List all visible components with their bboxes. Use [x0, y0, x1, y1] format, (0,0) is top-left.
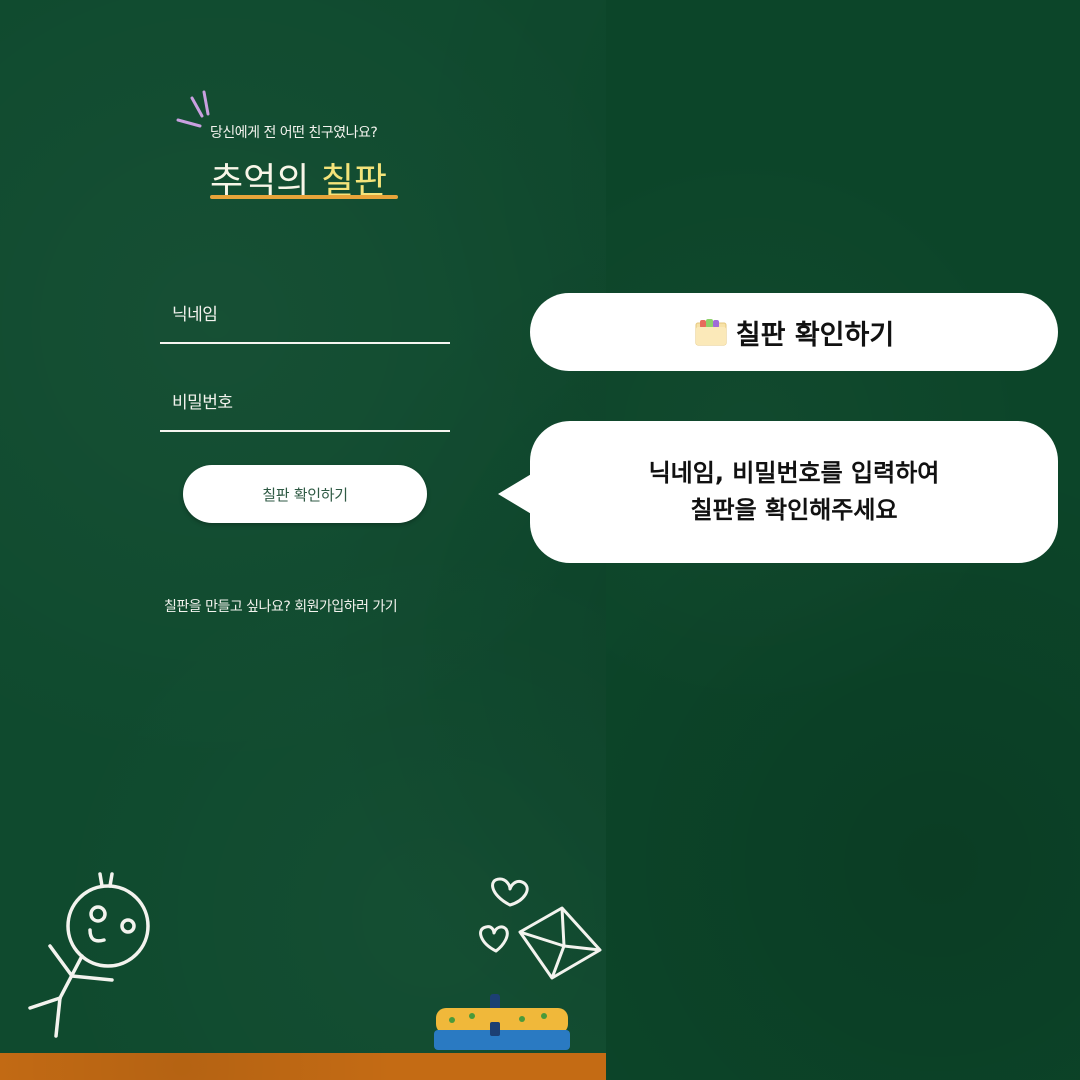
- instruction-line-2: 칠판을 확인해주세요: [690, 496, 898, 524]
- password-field-underline: [160, 430, 450, 432]
- callout-heading-label: 칠판 확인하기: [735, 319, 895, 351]
- title-underline: [210, 195, 398, 199]
- subtitle: 당신에게 전 어떤 친구였나요?: [210, 125, 378, 141]
- folder-icon: [695, 319, 727, 346]
- pencil-case-icon: [434, 994, 570, 1050]
- view-board-button[interactable]: 칠판 확인하기: [183, 465, 427, 523]
- callout-instruction: 닉네임, 비밀번호를 입력하여 칠판을 확인해주세요: [530, 421, 1058, 563]
- nickname-field[interactable]: 닉네임: [172, 300, 218, 325]
- password-field[interactable]: 비밀번호: [172, 388, 233, 413]
- callout-heading: 칠판 확인하기: [530, 293, 1058, 371]
- envelope-icon: [518, 906, 602, 980]
- floor-strip: [0, 1053, 606, 1080]
- nickname-field-underline: [160, 342, 450, 344]
- instruction-line-1: 닉네임, 비밀번호를 입력하여: [648, 458, 940, 487]
- stick-figure-drawing: [28, 872, 150, 1038]
- signup-link[interactable]: 칠판을 만들고 싶나요? 회원가입하러 가기: [164, 596, 398, 616]
